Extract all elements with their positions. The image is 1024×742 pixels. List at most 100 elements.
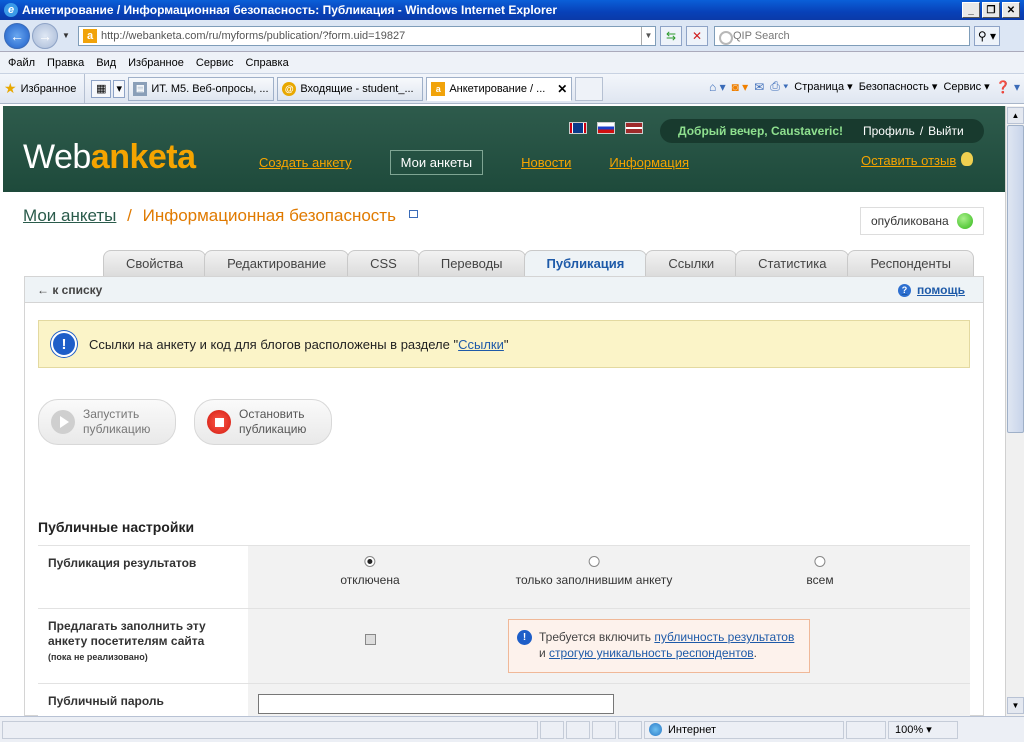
protected-mode-icon[interactable] <box>846 720 886 739</box>
tab-inbox[interactable]: @ Входящие - student_... <box>277 76 424 101</box>
scroll-thumb[interactable] <box>1007 125 1024 433</box>
profile-link[interactable]: Профиль <box>863 124 915 138</box>
offer-checkbox[interactable] <box>365 634 376 645</box>
home-icon[interactable]: ⌂ ▾ <box>709 80 726 94</box>
info-icon: ! <box>51 331 77 357</box>
maximize-button[interactable]: ❐ <box>982 2 1000 18</box>
quick-tabs-icon[interactable]: ▦ <box>91 79 112 98</box>
rss-icon[interactable]: ◙ ▾ <box>732 80 749 94</box>
status-cell <box>566 720 590 739</box>
menu-file[interactable]: Файл <box>8 57 35 69</box>
minimize-button[interactable]: _ <box>962 2 980 18</box>
help-icon[interactable]: ❓ ▾ <box>996 80 1020 94</box>
globe-icon <box>649 723 662 736</box>
tab-editing[interactable]: Редактирование <box>204 250 350 276</box>
start-publication-button[interactable]: Запустить публикацию <box>38 399 176 445</box>
stop-publication-button[interactable]: Остановить публикацию <box>194 399 332 445</box>
user-greeting: Добрый вечер, Caustaveric! Профиль / Вый… <box>660 119 984 143</box>
menu-edit[interactable]: Правка <box>47 57 84 69</box>
logout-link[interactable]: Выйти <box>928 124 964 138</box>
flag-ru-icon[interactable] <box>597 122 615 134</box>
status-green-icon <box>956 213 973 229</box>
back-to-list-link[interactable]: ← к списку <box>37 283 102 297</box>
site-header: Webanketa Добрый вечер, Caustaveric! Про… <box>3 106 1005 192</box>
nav-news[interactable]: Новости <box>521 155 571 170</box>
radio-results-off[interactable]: отключена <box>340 556 400 587</box>
nav-create-survey[interactable]: Создать анкету <box>259 155 352 170</box>
tab-survey[interactable]: a Анкетирование / ... ✕ <box>426 76 573 101</box>
refresh-icon[interactable]: ⇆ <box>660 25 682 46</box>
close-tab-icon[interactable]: ✕ <box>557 82 567 96</box>
cmd-page[interactable]: Страница ▾ <box>794 80 852 93</box>
status-text-cell <box>2 720 538 739</box>
tab-properties[interactable]: Свойства <box>103 250 207 276</box>
links-section-link[interactable]: Ссылки <box>458 337 504 352</box>
password-input[interactable] <box>258 694 614 714</box>
tab-css[interactable]: CSS <box>347 250 420 276</box>
scroll-down-icon[interactable]: ▼ <box>1007 697 1024 714</box>
new-tab-button[interactable] <box>575 76 604 101</box>
menu-tools[interactable]: Сервис <box>196 57 234 69</box>
security-zone[interactable]: Интернет <box>644 720 844 739</box>
password-label: Публичный пароль <box>38 684 248 716</box>
menu-view[interactable]: Вид <box>96 57 116 69</box>
page-scrollbar[interactable]: ▲ ▼ <box>1005 106 1024 716</box>
back-button[interactable]: ← <box>4 22 30 49</box>
history-dropdown-icon[interactable]: ▼ <box>60 31 72 40</box>
blocked-popup-icon[interactable] <box>592 720 616 739</box>
tab-links[interactable]: Ссылки <box>645 250 738 276</box>
status-badge: опубликована <box>860 207 984 235</box>
mail-icon: @ <box>282 81 297 96</box>
flag-uk-icon[interactable] <box>569 122 587 134</box>
web-page: Webanketa Добрый вечер, Caustaveric! Про… <box>3 106 1005 716</box>
status-cell <box>540 720 564 739</box>
tab-list-dropdown-icon[interactable]: ▾ <box>113 79 126 98</box>
zoom-button[interactable]: 100% ▾ <box>888 720 958 739</box>
notice-text: Ссылки на анкету и код для блогов распол… <box>89 336 509 352</box>
forward-button[interactable]: → <box>32 22 58 49</box>
scroll-up-icon[interactable]: ▲ <box>1007 107 1024 124</box>
tab-web-polls[interactable]: ▤ ИТ. М5. Веб-опросы, ... <box>128 76 275 101</box>
mail-icon[interactable]: ✉ <box>754 80 764 94</box>
radio-results-respondents[interactable]: только заполнившим анкету <box>516 556 672 587</box>
command-bar: ⌂ ▾ ◙ ▾ ✉ ⎙ ▾ Страница ▾ Безопасность ▾ … <box>709 79 1020 94</box>
favorites-button[interactable]: ★ Избранное <box>0 74 86 103</box>
search-icon[interactable]: ⚲ ▾ <box>974 25 1000 46</box>
url-input[interactable]: a http://webanketa.com/ru/myforms/public… <box>78 25 656 46</box>
results-label: Публикация результатов <box>38 546 248 608</box>
feedback-link[interactable]: Оставить отзыв <box>861 153 956 168</box>
nav-my-surveys[interactable]: Мои анкеты <box>389 150 484 175</box>
external-link-icon[interactable] <box>408 210 418 218</box>
url-dropdown-icon[interactable]: ▼ <box>641 26 655 45</box>
breadcrumb-my-surveys[interactable]: Мои анкеты <box>23 206 116 225</box>
cmd-tools[interactable]: Сервис ▾ <box>943 80 989 93</box>
stop-icon <box>207 410 231 434</box>
tab-label: Входящие - student_... <box>300 82 414 95</box>
tab-publication[interactable]: Публикация <box>523 250 648 276</box>
help-link[interactable]: ? помощь <box>898 283 965 297</box>
results-publicity-link[interactable]: публичность результатов <box>654 630 794 644</box>
tab-translations[interactable]: Переводы <box>417 250 526 276</box>
star-icon: ★ <box>4 80 17 96</box>
cmd-security[interactable]: Безопасность ▾ <box>859 80 938 93</box>
menu-help[interactable]: Справка <box>246 57 289 69</box>
info-notice: ! Ссылки на анкету и код для блогов расп… <box>38 320 970 368</box>
title-bar: e Анкетирование / Информационная безопас… <box>0 0 1024 20</box>
tab-respondents[interactable]: Респонденты <box>847 250 975 276</box>
ie-icon: e <box>4 3 18 17</box>
window-title: Анкетирование / Информационная безопасно… <box>22 3 558 17</box>
radio-results-all[interactable]: всем <box>806 556 834 587</box>
menu-favorites[interactable]: Избранное <box>128 57 184 69</box>
stop-icon[interactable]: ✕ <box>686 25 708 46</box>
print-icon[interactable]: ⎙ ▾ <box>770 79 788 94</box>
flag-lv-icon[interactable] <box>625 122 643 134</box>
strict-uniqueness-link[interactable]: строгую уникальность респондентов <box>549 646 754 660</box>
search-input[interactable]: QIP Search <box>714 25 970 46</box>
page-icon: ▤ <box>133 81 148 96</box>
main-nav: Создать анкету Мои анкеты Новости Информ… <box>259 150 727 175</box>
tab-statistics[interactable]: Статистика <box>735 250 850 276</box>
nav-info[interactable]: Информация <box>609 155 689 170</box>
site-logo[interactable]: Webanketa <box>23 138 196 177</box>
page-tabs: Свойства Редактирование CSS Переводы Пуб… <box>103 250 975 276</box>
close-window-button[interactable]: ✕ <box>1002 2 1020 18</box>
